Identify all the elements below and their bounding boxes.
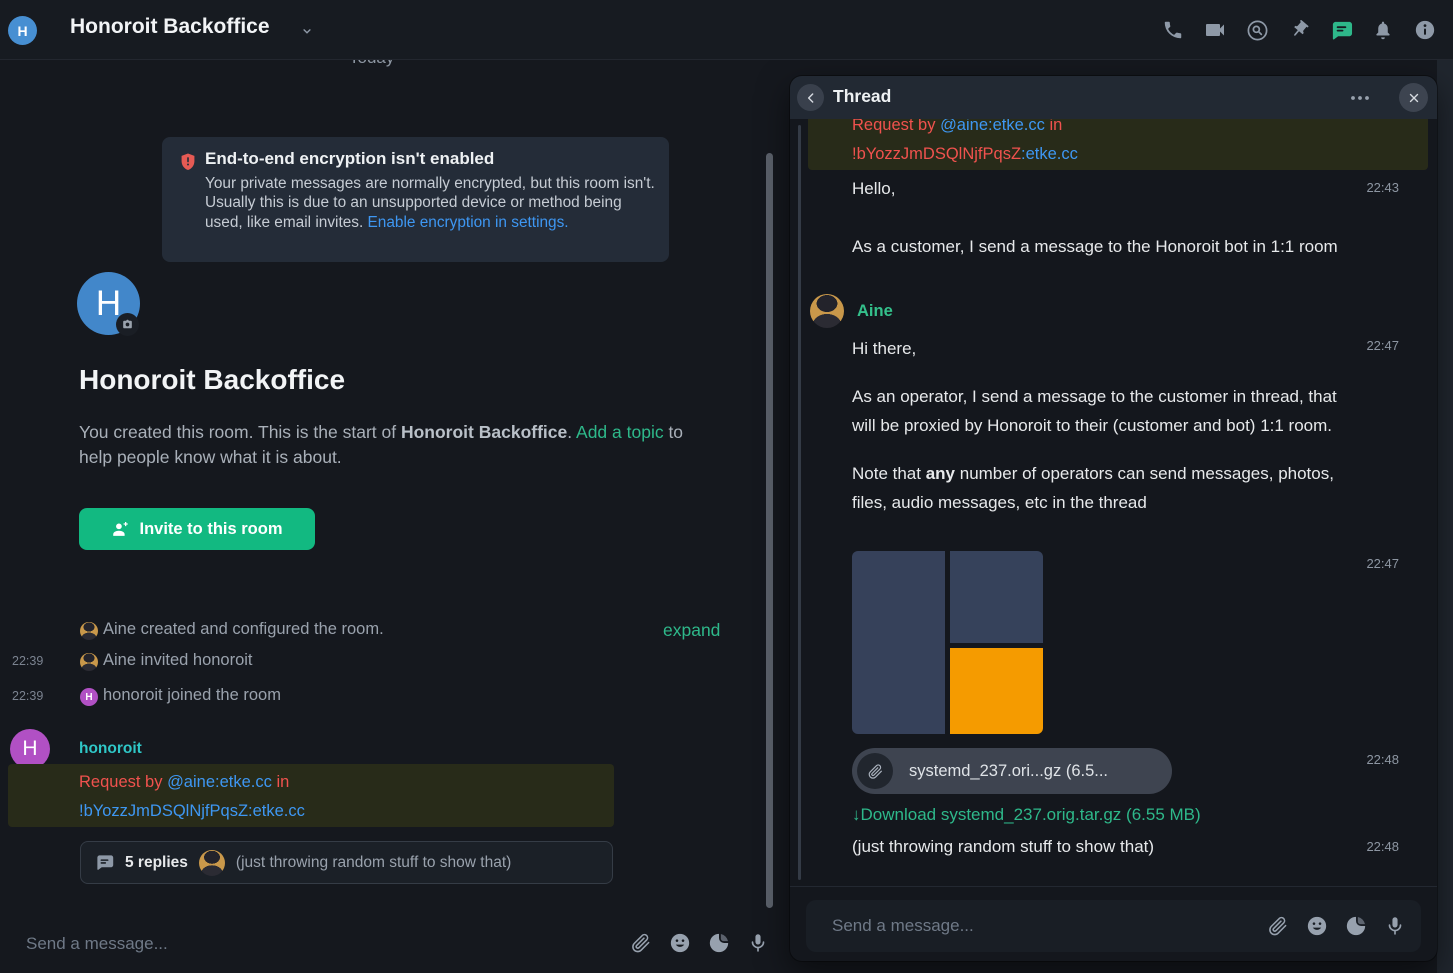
thread-panel: Request by @aine:etke.cc in!bYozzJmDSQlN… — [790, 76, 1437, 961]
voice-call-icon[interactable] — [1161, 18, 1185, 42]
event-text: Aine invited honoroit — [103, 651, 253, 670]
encryption-warning-body: Your private messages are normally encry… — [205, 174, 657, 232]
room-id-red: !bYozzJmDSQlNjfPqsZ — [852, 145, 1021, 163]
invite-button-label: Invite to this room — [139, 520, 282, 539]
encryption-warning: End-to-end encryption isn't enabled Your… — [162, 137, 669, 262]
thread-bubble-icon — [95, 853, 114, 872]
aine-avatar[interactable] — [810, 294, 844, 328]
microphone-icon[interactable] — [1383, 914, 1407, 938]
thread-message-note: (just throwing random stuff to show that… — [852, 837, 1154, 857]
thread-preview: (just throwing random stuff to show that… — [236, 854, 511, 872]
image-attachment[interactable] — [852, 551, 1043, 734]
search-icon[interactable] — [1245, 18, 1269, 42]
message-timestamp: 22:47 — [1366, 556, 1399, 571]
event-timestamp: 22:39 — [12, 654, 43, 668]
aine-avatar — [80, 622, 98, 640]
aine-avatar — [80, 653, 98, 671]
user-mention-pill[interactable]: @aine:etke.cc — [167, 773, 272, 791]
camera-icon[interactable] — [116, 313, 139, 336]
video-call-icon[interactable] — [1203, 18, 1227, 42]
thread-request-body: Request by @aine:etke.cc in!bYozzJmDSQlN… — [852, 111, 1078, 169]
chevron-down-icon[interactable] — [300, 24, 314, 38]
file-name: systemd_237.ori...gz (6.5... — [909, 762, 1108, 781]
add-topic-link[interactable]: Add a topic — [576, 422, 664, 442]
thread-composer — [806, 900, 1421, 952]
file-attachment[interactable]: systemd_237.ori...gz (6.5... — [852, 748, 1172, 794]
room-info-icon[interactable] — [1413, 18, 1437, 42]
image-region — [852, 551, 945, 734]
room-intro-text: You created this room. This is the start… — [79, 420, 689, 470]
room-intro-title: Honoroit Backoffice — [79, 364, 345, 396]
room-header: H Honoroit Backoffice — [0, 0, 1453, 60]
thread-message-input[interactable] — [830, 910, 1250, 942]
room-avatar-small[interactable]: H — [8, 16, 37, 45]
shield-alert-icon — [178, 152, 198, 172]
thread-scrollbar[interactable] — [798, 125, 801, 880]
event-room-created: Aine created and configured the room. ex… — [0, 620, 770, 644]
honoroit-avatar[interactable]: H — [10, 729, 50, 769]
message-timestamp: 22:43 — [1366, 180, 1399, 195]
thread-summary[interactable]: 5 replies (just throwing random stuff to… — [80, 841, 613, 884]
image-region — [950, 551, 1043, 643]
expand-link[interactable]: expand — [663, 620, 720, 641]
thread-composer-actions — [1266, 914, 1407, 938]
close-icon[interactable] — [1399, 83, 1428, 112]
message-text: Note that any number of operators can se… — [852, 459, 1357, 517]
attach-file-icon[interactable] — [629, 931, 653, 955]
download-file-link[interactable]: ↓Download systemd_237.orig.tar.gz (6.55 … — [852, 805, 1201, 825]
thread-header: Thread — [790, 76, 1437, 119]
emoji-icon[interactable] — [668, 931, 692, 955]
message-input[interactable] — [24, 928, 584, 960]
notifications-icon[interactable] — [1371, 18, 1395, 42]
app-background-strip — [1437, 60, 1453, 973]
composer-actions — [629, 931, 770, 955]
message-text: Hi there, — [852, 334, 1357, 363]
message-sender[interactable]: Aine — [857, 302, 893, 321]
message-sender[interactable]: honoroit — [79, 740, 142, 758]
more-options-icon[interactable] — [1346, 88, 1374, 108]
sticker-icon[interactable] — [707, 931, 731, 955]
message-timestamp: 22:47 — [1366, 338, 1399, 353]
event-invited: 22:39 Aine invited honoroit — [0, 651, 770, 675]
message-body: Request by @aine:etke.cc in!bYozzJmDSQlN… — [79, 768, 305, 826]
room-name[interactable]: Honoroit Backoffice — [70, 15, 270, 39]
highlighted-message: Request by @aine:etke.cc in!bYozzJmDSQlN… — [8, 764, 614, 827]
invite-to-room-button[interactable]: Invite to this room — [79, 508, 315, 550]
paperclip-icon — [857, 753, 893, 789]
created-text: You created this room. This is the start… — [79, 422, 401, 442]
room-id-link[interactable]: !bYozzJmDSQlNjfPqsZ:etke.cc — [79, 802, 305, 820]
app-window: Today End-to-end encryption isn't enable… — [0, 0, 1453, 973]
pin-icon[interactable] — [1287, 18, 1311, 42]
room-timeline: Today End-to-end encryption isn't enable… — [0, 0, 790, 973]
enable-encryption-link[interactable]: Enable encryption in settings. — [368, 214, 569, 231]
reply-count: 5 replies — [125, 854, 188, 872]
room-actions — [1161, 0, 1437, 60]
event-timestamp: 22:39 — [12, 689, 43, 703]
sticker-icon[interactable] — [1344, 914, 1368, 938]
threads-icon[interactable] — [1329, 18, 1353, 42]
event-joined: 22:39 H honoroit joined the room — [0, 686, 770, 710]
composer-divider — [790, 886, 1437, 887]
image-region — [950, 648, 1043, 734]
attach-file-icon[interactable] — [1266, 914, 1290, 938]
room-id-link[interactable]: :etke.cc — [1021, 145, 1078, 163]
message-timestamp: 22:48 — [1366, 839, 1399, 854]
thread-message-operator: Hi there, As an operator, I send a messa… — [852, 334, 1357, 517]
encryption-warning-title: End-to-end encryption isn't enabled — [205, 149, 494, 169]
honoroit-avatar: H — [80, 688, 98, 706]
timeline-scrollbar[interactable] — [766, 153, 773, 908]
microphone-icon[interactable] — [746, 931, 770, 955]
message-text: Hello, As a customer, I send a message t… — [852, 174, 1362, 261]
back-icon[interactable] — [797, 84, 824, 111]
thread-message-hello: Hello, As a customer, I send a message t… — [852, 174, 1362, 261]
aine-avatar — [199, 850, 225, 876]
person-plus-icon — [111, 520, 130, 539]
thread-panel-title: Thread — [833, 86, 891, 107]
message-text: As an operator, I send a message to the … — [852, 382, 1357, 440]
message-timestamp: 22:48 — [1366, 752, 1399, 767]
created-room-name: Honoroit Backoffice — [401, 422, 567, 442]
emoji-icon[interactable] — [1305, 914, 1329, 938]
event-text: Aine created and configured the room. — [103, 620, 384, 639]
event-text: honoroit joined the room — [103, 686, 281, 705]
